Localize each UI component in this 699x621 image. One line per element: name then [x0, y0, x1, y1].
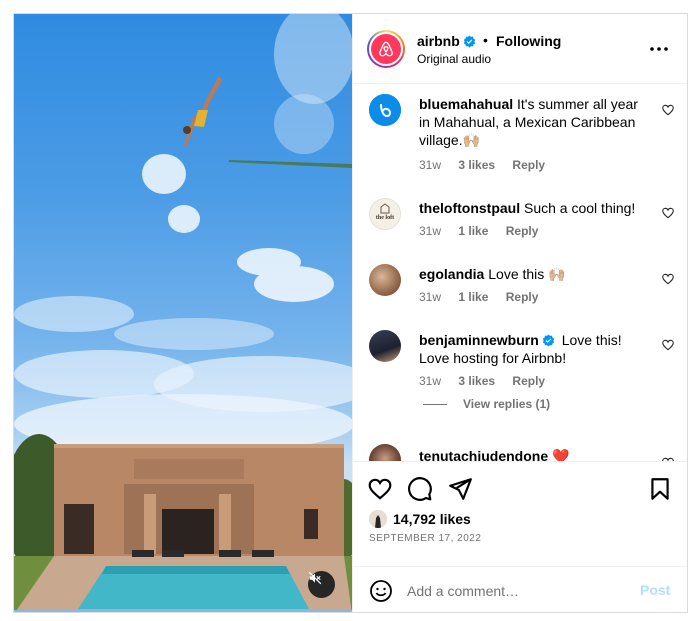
comment-avatar[interactable]: the loft — [369, 198, 401, 230]
comment-text: benjaminnewburn Love this! Love hosting … — [419, 331, 649, 367]
heart-icon[interactable] — [661, 272, 675, 286]
following-button[interactable]: Following — [496, 33, 561, 49]
post-actions: 14,792 likes SEPTEMBER 17, 2022 — [353, 461, 687, 566]
diver-figure — [183, 76, 222, 148]
comment-age[interactable]: 31w — [419, 290, 441, 304]
comment-text: bluemahahual It's summer all year in Mah… — [419, 95, 649, 149]
comment-age[interactable]: 31w — [419, 224, 441, 238]
author-username[interactable]: airbnb — [417, 33, 476, 49]
post-dialog: airbnb • Following Original audio bluema… — [13, 13, 688, 613]
post-side-panel: airbnb • Following Original audio bluema… — [352, 14, 687, 612]
comment-likes-count[interactable]: 3 likes — [458, 158, 495, 172]
comment-avatar[interactable] — [369, 330, 401, 362]
comment-meta: 31w 3 likes Reply — [419, 158, 559, 172]
comment-likes-count[interactable]: 1 like — [458, 224, 488, 238]
comment-text: theloftonstpaul Such a cool thing! — [419, 199, 649, 217]
comments-list[interactable]: bluemahahual It's summer all year in Mah… — [353, 84, 687, 461]
header-separator: • — [483, 32, 488, 48]
clouds — [14, 14, 352, 454]
reply-button[interactable]: Reply — [506, 290, 539, 304]
comment-meta: 31w 1 like Reply — [419, 290, 552, 304]
original-audio-link[interactable]: Original audio — [417, 52, 491, 66]
comment-username[interactable]: tenutachiudendone — [419, 448, 548, 461]
comment-text: tenutachiudendone ❤️ — [419, 447, 649, 461]
comment-likes-count[interactable]: 3 likes — [458, 374, 495, 388]
villa — [54, 444, 344, 556]
heart-icon[interactable] — [661, 338, 675, 352]
comment-avatar[interactable] — [369, 444, 401, 461]
speaker-muted-icon — [308, 571, 322, 585]
view-replies-label: View replies (1) — [463, 397, 551, 411]
likes-count[interactable]: 14,792 likes — [393, 511, 471, 527]
emoji-smiley-icon[interactable] — [369, 579, 393, 603]
comment-bubble-icon[interactable] — [407, 476, 433, 502]
like-heart-icon[interactable] — [367, 476, 393, 502]
comment-text: egolandia Love this 🙌🏼 — [419, 265, 649, 283]
add-comment-bar: Post — [353, 566, 687, 612]
liker-photo — [369, 510, 387, 528]
video-frame-illustration — [14, 14, 352, 612]
post-date[interactable]: SEPTEMBER 17, 2022 — [369, 533, 481, 544]
theloft-logo-icon — [380, 203, 390, 214]
comment-meta: 31w 1 like Reply — [419, 224, 552, 238]
verified-badge-icon — [463, 35, 475, 48]
comment-age[interactable]: 31w — [419, 374, 441, 388]
bluemahahual-logo-icon — [369, 94, 401, 126]
view-replies-line — [423, 404, 447, 406]
post-header: airbnb • Following Original audio — [353, 14, 687, 84]
post-video[interactable] — [14, 14, 352, 612]
reply-button[interactable]: Reply — [512, 374, 545, 388]
heart-icon[interactable] — [661, 206, 675, 220]
comment-avatar[interactable] — [369, 264, 401, 296]
muted-audio-button[interactable] — [308, 571, 335, 598]
save-bookmark-icon[interactable] — [647, 476, 673, 502]
comment-age[interactable]: 31w — [419, 158, 441, 172]
comment-body: Such a cool thing! — [524, 200, 636, 216]
comment-meta: 31w 3 likes Reply — [419, 374, 559, 388]
author-username-text[interactable]: airbnb — [417, 33, 460, 49]
comment-body: ❤️ — [552, 448, 570, 461]
author-avatar[interactable] — [367, 30, 405, 68]
comment-likes-count[interactable]: 1 like — [458, 290, 488, 304]
verified-badge-icon — [542, 334, 554, 347]
view-replies-button[interactable]: View replies (1) — [423, 397, 550, 411]
diving-board — [229, 160, 352, 168]
comment-username[interactable]: theloftonstpaul — [419, 200, 520, 216]
liker-avatar[interactable] — [369, 510, 387, 528]
add-comment-input[interactable] — [407, 579, 627, 603]
comment-username[interactable]: egolandia — [419, 266, 484, 282]
share-paper-plane-icon[interactable] — [447, 476, 473, 502]
heart-icon[interactable] — [661, 103, 675, 117]
comment-body: Love this 🙌🏼 — [488, 266, 566, 282]
reply-button[interactable]: Reply — [506, 224, 539, 238]
theloft-logo-text: the loft — [375, 215, 395, 221]
comment-username[interactable]: bluemahahual — [419, 96, 513, 112]
comment-username[interactable]: benjaminnewburn — [419, 332, 539, 348]
more-options-icon[interactable] — [647, 37, 671, 61]
reply-button[interactable]: Reply — [512, 158, 545, 172]
airbnb-logo-icon — [379, 41, 393, 57]
comment-avatar[interactable] — [369, 94, 401, 126]
post-comment-button[interactable]: Post — [640, 582, 670, 598]
